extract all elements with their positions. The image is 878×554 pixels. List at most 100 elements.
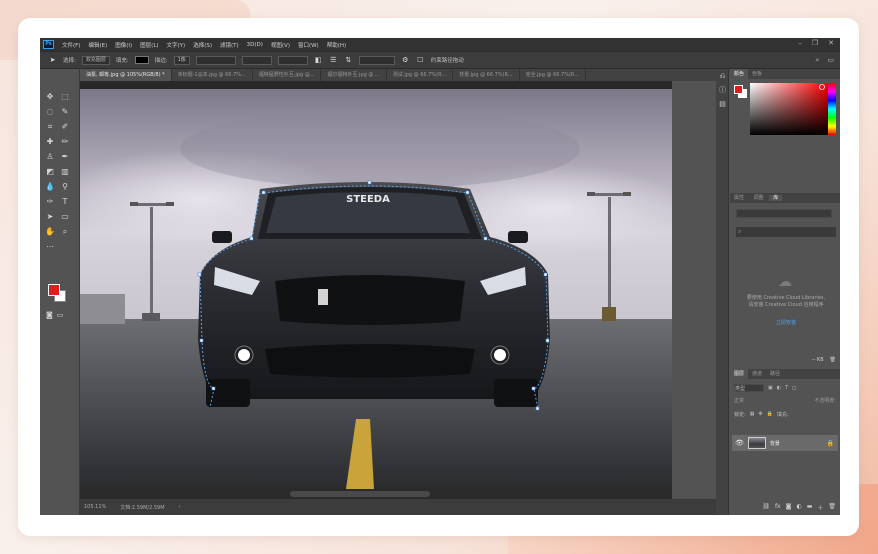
lock-all-icon[interactable]: 🔒	[767, 411, 773, 420]
close-button[interactable]: ✕	[828, 39, 834, 47]
select-dropdown[interactable]: 双充图层	[81, 55, 110, 65]
brush-tool-icon[interactable]: ✏	[59, 136, 71, 147]
library-search-input[interactable]: ⌕	[736, 227, 836, 237]
new-layer-icon[interactable]: ＋	[817, 503, 823, 515]
gradient-tool-icon[interactable]: ▥	[59, 166, 71, 177]
hand-tool-icon[interactable]: ✋	[44, 226, 56, 237]
new-adjustment-icon[interactable]: ◐	[796, 503, 801, 515]
tab-paths[interactable]: 路径	[766, 369, 784, 379]
tab-adjustments[interactable]: 调整	[750, 195, 768, 201]
marquee-tool-icon[interactable]: ⬚	[59, 91, 71, 102]
restore-button[interactable]: ❐	[812, 39, 818, 47]
dodge-tool-icon[interactable]: ⚲	[59, 181, 71, 192]
tab-document-6[interactable]: 背景.jpg @ 66.7%(R...	[453, 69, 520, 81]
foreground-color-swatch[interactable]	[48, 284, 60, 296]
tab-color[interactable]: 颜色	[730, 69, 749, 79]
healing-tool-icon[interactable]: ✚	[44, 136, 56, 147]
path-operations-icon[interactable]: ◧	[314, 56, 323, 65]
menu-3d[interactable]: 3D(D)	[243, 42, 267, 48]
menu-select[interactable]: 选择(S)	[189, 41, 216, 49]
type-tool-icon[interactable]: T	[59, 196, 71, 207]
library-dropdown[interactable]	[736, 209, 832, 218]
tab-document-1[interactable]: 油泵, 邮筹.jpg @ 105%(RGB/8) *	[80, 69, 172, 81]
tab-document-5[interactable]: 测试.jpg @ 66.7%(R...	[387, 69, 454, 81]
tab-layers[interactable]: 图层	[730, 369, 749, 379]
lock-pixels-icon[interactable]: ▦	[750, 411, 755, 420]
link-layers-icon[interactable]: ⛓	[762, 503, 770, 515]
tab-libraries[interactable]: 库	[769, 195, 783, 201]
properties-panel-icon[interactable]: ⓘ	[716, 83, 729, 97]
tab-document-7[interactable]: 完全.jpg @ 66.7%(R...	[520, 69, 586, 81]
filter-type-icon[interactable]: T	[785, 385, 788, 391]
horizontal-scroll-thumb[interactable]	[290, 491, 430, 497]
tab-channels[interactable]: 通道	[748, 369, 766, 379]
settings-gear-icon[interactable]: ⚙	[401, 56, 410, 65]
path-alignment-icon[interactable]: ☰	[329, 56, 338, 65]
add-mask-icon[interactable]: ◙	[786, 503, 792, 515]
zoom-tool-icon[interactable]: ⌕	[59, 226, 71, 237]
menu-type[interactable]: 文字(Y)	[163, 41, 190, 49]
workspace-icon[interactable]: ▭	[827, 56, 834, 65]
screen-mode-icon[interactable]: ▭	[57, 311, 64, 319]
visibility-eye-icon[interactable]: 👁	[735, 439, 744, 447]
zoom-level[interactable]: 105.11%	[84, 504, 106, 510]
stamp-tool-icon[interactable]: ♙	[44, 151, 56, 162]
fill-swatch[interactable]	[134, 56, 149, 64]
menu-view[interactable]: 视图(V)	[267, 41, 294, 49]
more-tools-icon[interactable]: ⋯	[44, 241, 56, 252]
height-field[interactable]	[277, 55, 308, 65]
document-canvas[interactable]: STEEDA	[80, 89, 672, 489]
width-field[interactable]	[241, 55, 272, 65]
lock-position-icon[interactable]: ✥	[758, 411, 762, 420]
horizontal-scrollbar[interactable]	[80, 489, 672, 499]
quick-mask-icon[interactable]: ◙	[46, 311, 53, 319]
lasso-tool-icon[interactable]: ◌	[44, 106, 56, 117]
new-group-icon[interactable]: ▬	[807, 503, 813, 515]
move-tool-icon[interactable]: ✥	[44, 91, 56, 102]
pen-tool-icon[interactable]: ✑	[44, 196, 56, 207]
minimize-button[interactable]: –	[798, 39, 802, 47]
panel-foreground-swatch[interactable]	[734, 85, 743, 94]
menu-help[interactable]: 帮助(H)	[323, 41, 350, 49]
library-delete-icon[interactable]: 🗑	[830, 357, 836, 367]
layer-kind-filter[interactable]: 类型	[734, 383, 764, 392]
status-arrow-icon[interactable]: ›	[179, 504, 181, 510]
align-edges-field[interactable]	[358, 55, 395, 65]
color-picker-field[interactable]	[750, 83, 828, 135]
path-arrangement-icon[interactable]: ⇅	[344, 56, 353, 65]
menu-layer[interactable]: 图层(L)	[136, 41, 162, 49]
delete-layer-icon[interactable]: 🗑	[828, 503, 836, 515]
vertical-scrollbar[interactable]	[672, 81, 716, 515]
tab-document-2[interactable]: 未标题-1@本.jpg @ 66.7%...	[172, 69, 253, 81]
filter-adjust-icon[interactable]: ◐	[777, 385, 781, 391]
blur-tool-icon[interactable]: 💧	[44, 181, 56, 192]
filter-pixel-icon[interactable]: ▣	[768, 385, 773, 391]
menu-image[interactable]: 图像(I)	[111, 41, 136, 49]
install-now-link[interactable]: 立即安装	[738, 319, 834, 326]
constrain-checkbox[interactable]: ☐	[416, 56, 425, 65]
stroke-width-field[interactable]: 1像	[173, 55, 190, 65]
tab-document-3[interactable]: 福特猛野性外互.jpg @...	[253, 69, 322, 81]
shape-tool-icon[interactable]: ▭	[59, 211, 71, 222]
menu-filter[interactable]: 滤镜(T)	[216, 41, 243, 49]
path-select-tool-icon[interactable]: ➤	[44, 211, 56, 222]
menu-edit[interactable]: 编辑(E)	[84, 41, 111, 49]
eyedropper-tool-icon[interactable]: ✐	[59, 121, 71, 132]
stroke-type-dropdown[interactable]	[195, 55, 236, 65]
layer-row[interactable]: 👁 背景 🔒	[732, 435, 838, 451]
eraser-tool-icon[interactable]: ◩	[44, 166, 56, 177]
blend-mode-dropdown[interactable]: 正常	[734, 397, 744, 406]
filter-shape-icon[interactable]: ◻	[792, 385, 796, 391]
tab-properties[interactable]: 属性	[730, 195, 748, 201]
menu-file[interactable]: 文件(F)	[58, 41, 84, 49]
search-icon[interactable]: ⌕	[815, 56, 819, 65]
tab-document-4[interactable]: 福尔福特外互.jpg @ ...	[321, 69, 387, 81]
path-selection-tool-icon[interactable]: ➤	[48, 56, 57, 65]
hue-slider[interactable]	[828, 83, 836, 135]
libraries-panel-icon[interactable]: ▤	[716, 97, 729, 111]
add-style-icon[interactable]: fx	[775, 503, 781, 515]
history-panel-icon[interactable]: ⎌	[716, 69, 729, 83]
tab-swatches[interactable]: 色板	[748, 69, 766, 79]
crop-tool-icon[interactable]: ⌗	[44, 121, 56, 132]
quick-select-tool-icon[interactable]: ✎	[59, 106, 71, 117]
